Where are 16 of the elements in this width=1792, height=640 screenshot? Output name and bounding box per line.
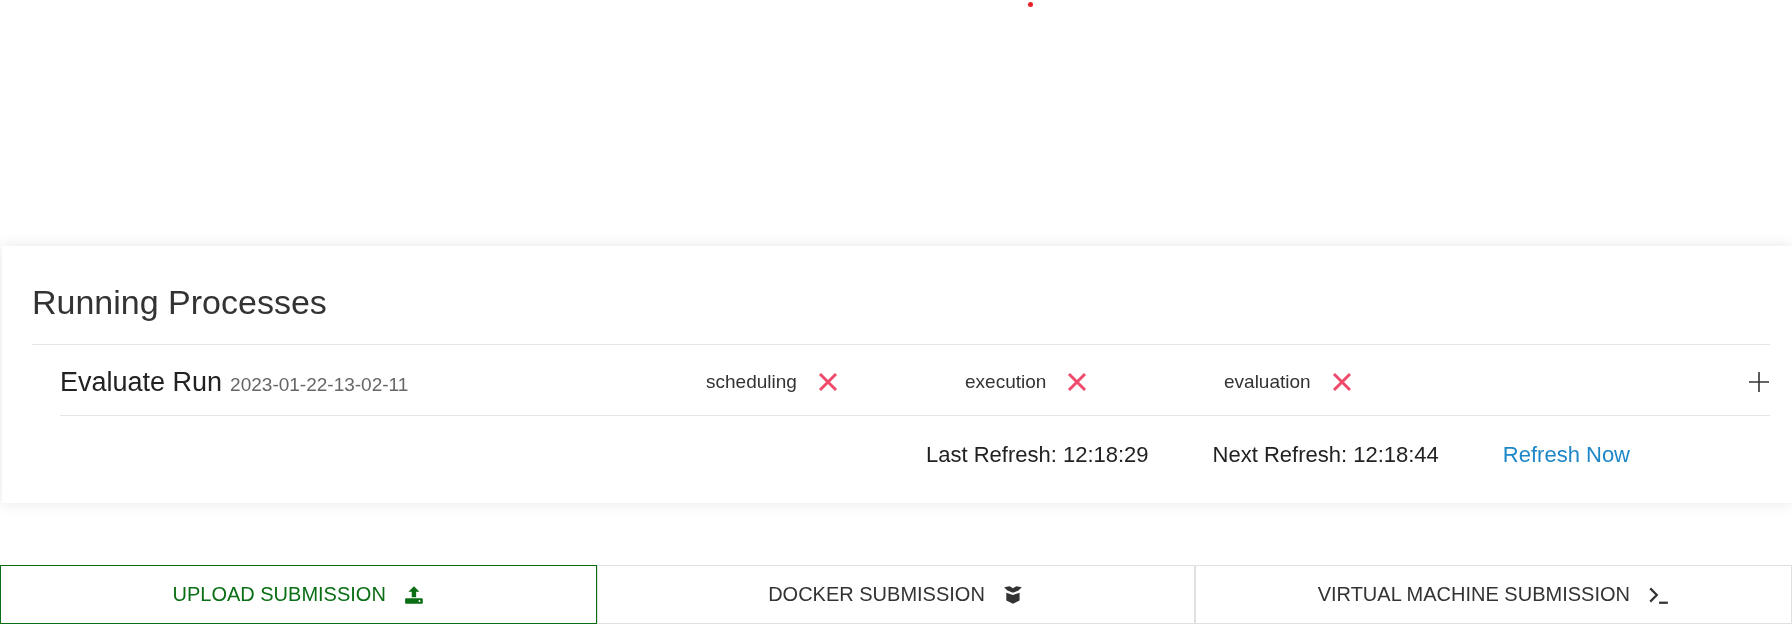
panel-title: Running Processes [32, 282, 1770, 345]
box-icon [1002, 584, 1024, 605]
refresh-now-link[interactable]: Refresh Now [1502, 442, 1630, 468]
stage-label: scheduling [706, 371, 797, 393]
process-timestamp: 2023-01-22-13-02-11 [230, 373, 409, 396]
next-refresh-text: Next Refresh: 12:18:44 [1212, 442, 1439, 468]
submission-tab[interactable]: UPLOAD SUBMISSION [0, 565, 598, 624]
submission-tab[interactable]: VIRTUAL MACHINE SUBMISSION [1194, 565, 1792, 624]
stage-label: evaluation [1224, 371, 1311, 393]
expand-button[interactable] [1748, 371, 1770, 393]
last-refresh-text: Last Refresh: 12:18:29 [926, 442, 1149, 468]
dot-mark [1028, 2, 1033, 7]
submission-tab[interactable]: DOCKER SUBMISSION [597, 565, 1195, 624]
upload-icon [403, 584, 425, 605]
stage-label: execution [965, 371, 1047, 393]
process-name: Evaluate Run [60, 366, 223, 398]
